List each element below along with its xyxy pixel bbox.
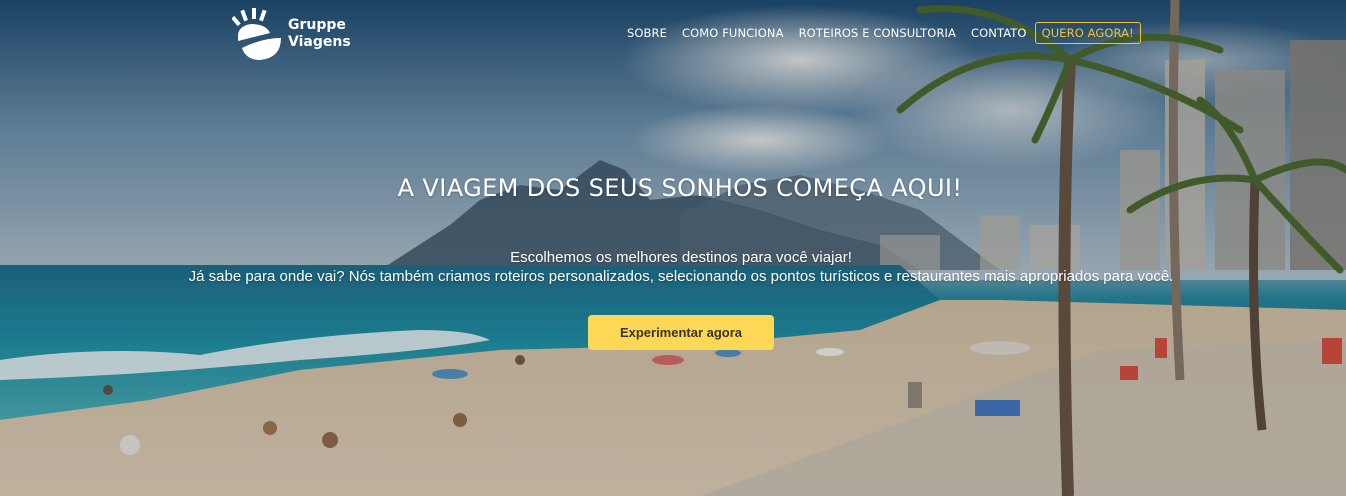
hero-section: Gruppe Viagens SOBRE COMO FUNCIONA ROTEI…: [0, 0, 1346, 496]
brand-name-line2: Viagens: [288, 34, 351, 50]
hero-subtitle-line1: Escolhemos os melhores destinos para voc…: [510, 249, 852, 266]
hero-overlay: [0, 0, 1346, 496]
hero-subtitle-line2: Já sabe para onde vai? Nós também criamo…: [188, 268, 1174, 285]
hero-headline: A VIAGEM DOS SEUS SONHOS COMEÇA AQUI!: [397, 174, 963, 202]
brand-name: Gruppe Viagens: [288, 17, 351, 51]
nav-link-sobre[interactable]: SOBRE: [627, 26, 667, 40]
sun-logo-icon: [232, 8, 281, 60]
nav-link-contato[interactable]: CONTATO: [971, 26, 1027, 40]
brand-logo[interactable]: Gruppe Viagens: [232, 8, 351, 60]
nav-link-roteiros[interactable]: ROTEIROS E CONSULTORIA: [799, 26, 956, 40]
nav-cta-button[interactable]: QUERO AGORA!: [1034, 22, 1141, 44]
nav-link-como-funciona[interactable]: COMO FUNCIONA: [682, 26, 784, 40]
try-now-button[interactable]: Experimentar agora: [588, 315, 774, 350]
brand-name-line1: Gruppe: [288, 17, 346, 33]
main-nav: SOBRE COMO FUNCIONA ROTEIROS E CONSULTOR…: [627, 22, 1141, 44]
